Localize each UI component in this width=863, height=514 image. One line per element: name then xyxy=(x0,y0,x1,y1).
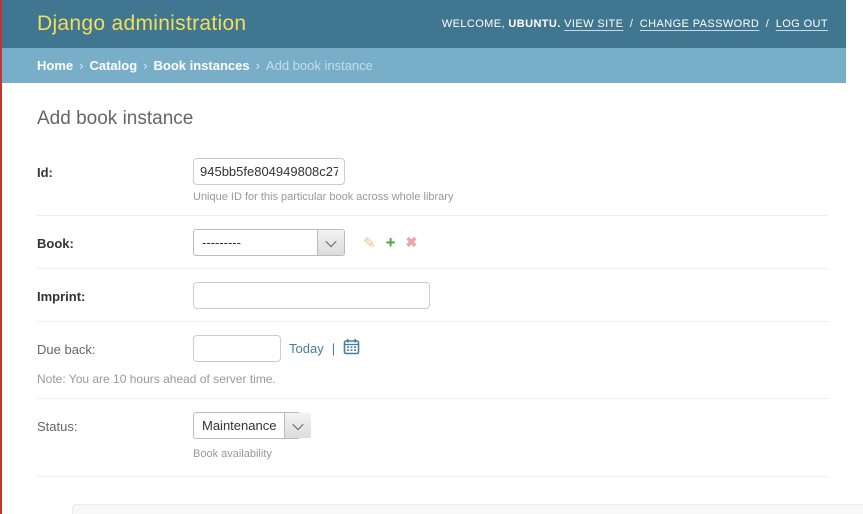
field-row-due-back: Due back: Today | xyxy=(37,322,828,399)
chevron-down-icon xyxy=(317,230,344,255)
screenshot-left-edge xyxy=(0,0,2,514)
today-shortcut-link[interactable]: Today xyxy=(289,341,324,356)
site-title[interactable]: Django administration xyxy=(37,12,246,36)
breadcrumb-separator: › xyxy=(256,58,260,73)
imprint-input[interactable] xyxy=(193,282,430,309)
imprint-label: Imprint: xyxy=(37,289,85,304)
view-site-link[interactable]: VIEW SITE xyxy=(564,18,623,30)
field-row-id: Id: Unique ID for this particular book a… xyxy=(37,148,828,216)
status-help-text: Book availability xyxy=(193,448,828,460)
main-content: Add book instance Id: Unique ID for this… xyxy=(2,83,846,514)
add-plus-icon[interactable]: + xyxy=(386,234,396,251)
delete-x-icon[interactable]: ✖ xyxy=(406,234,418,251)
book-label: Book: xyxy=(37,236,74,251)
welcome-text: WELCOME, xyxy=(442,18,505,30)
django-admin-page: Django administration WELCOME, UBUNTU. V… xyxy=(0,0,863,514)
status-select[interactable]: Maintenance xyxy=(193,412,301,439)
shortcut-pipe: | xyxy=(332,341,335,356)
book-select-value: --------- xyxy=(194,230,317,255)
edit-pencil-icon[interactable]: ✎ xyxy=(363,234,376,252)
breadcrumb-catalog[interactable]: Catalog xyxy=(89,58,137,73)
submit-row: Save and add another Save and continue e… xyxy=(72,504,863,514)
username: UBUNTU. xyxy=(508,18,560,30)
user-tools: WELCOME, UBUNTU. VIEW SITE / CHANGE PASS… xyxy=(442,18,828,30)
breadcrumb: Home › Catalog › Book instances › Add bo… xyxy=(2,48,846,83)
due-back-input[interactable] xyxy=(193,335,281,362)
breadcrumb-home[interactable]: Home xyxy=(37,58,73,73)
breadcrumb-separator: › xyxy=(143,58,147,73)
page-title: Add book instance xyxy=(37,108,846,130)
due-back-label: Due back: xyxy=(37,342,96,357)
chevron-down-icon xyxy=(284,413,311,438)
separator: / xyxy=(766,18,769,30)
admin-header: Django administration WELCOME, UBUNTU. V… xyxy=(2,0,846,48)
status-select-value: Maintenance xyxy=(194,413,284,438)
id-help-text: Unique ID for this particular book acros… xyxy=(193,191,828,203)
timezone-note: Note: You are 10 hours ahead of server t… xyxy=(37,372,828,386)
field-row-status: Status: Maintenance Book availability xyxy=(37,399,828,477)
field-row-imprint: Imprint: xyxy=(37,269,828,322)
add-book-instance-form: Id: Unique ID for this particular book a… xyxy=(37,148,828,477)
field-row-book: Book: --------- ✎ + ✖ xyxy=(37,216,828,269)
calendar-icon[interactable] xyxy=(343,338,360,360)
breadcrumb-separator: › xyxy=(79,58,83,73)
breadcrumb-book-instances[interactable]: Book instances xyxy=(153,58,249,73)
related-widget-actions: ✎ + ✖ xyxy=(363,229,417,256)
change-password-link[interactable]: CHANGE PASSWORD xyxy=(640,18,759,30)
id-label: Id: xyxy=(37,165,53,180)
status-label: Status: xyxy=(37,419,77,434)
book-select[interactable]: --------- xyxy=(193,229,345,256)
log-out-link[interactable]: LOG OUT xyxy=(776,18,828,30)
separator: / xyxy=(630,18,633,30)
id-input[interactable] xyxy=(193,158,345,185)
breadcrumb-current: Add book instance xyxy=(266,58,373,73)
window: Django administration WELCOME, UBUNTU. V… xyxy=(2,0,846,514)
